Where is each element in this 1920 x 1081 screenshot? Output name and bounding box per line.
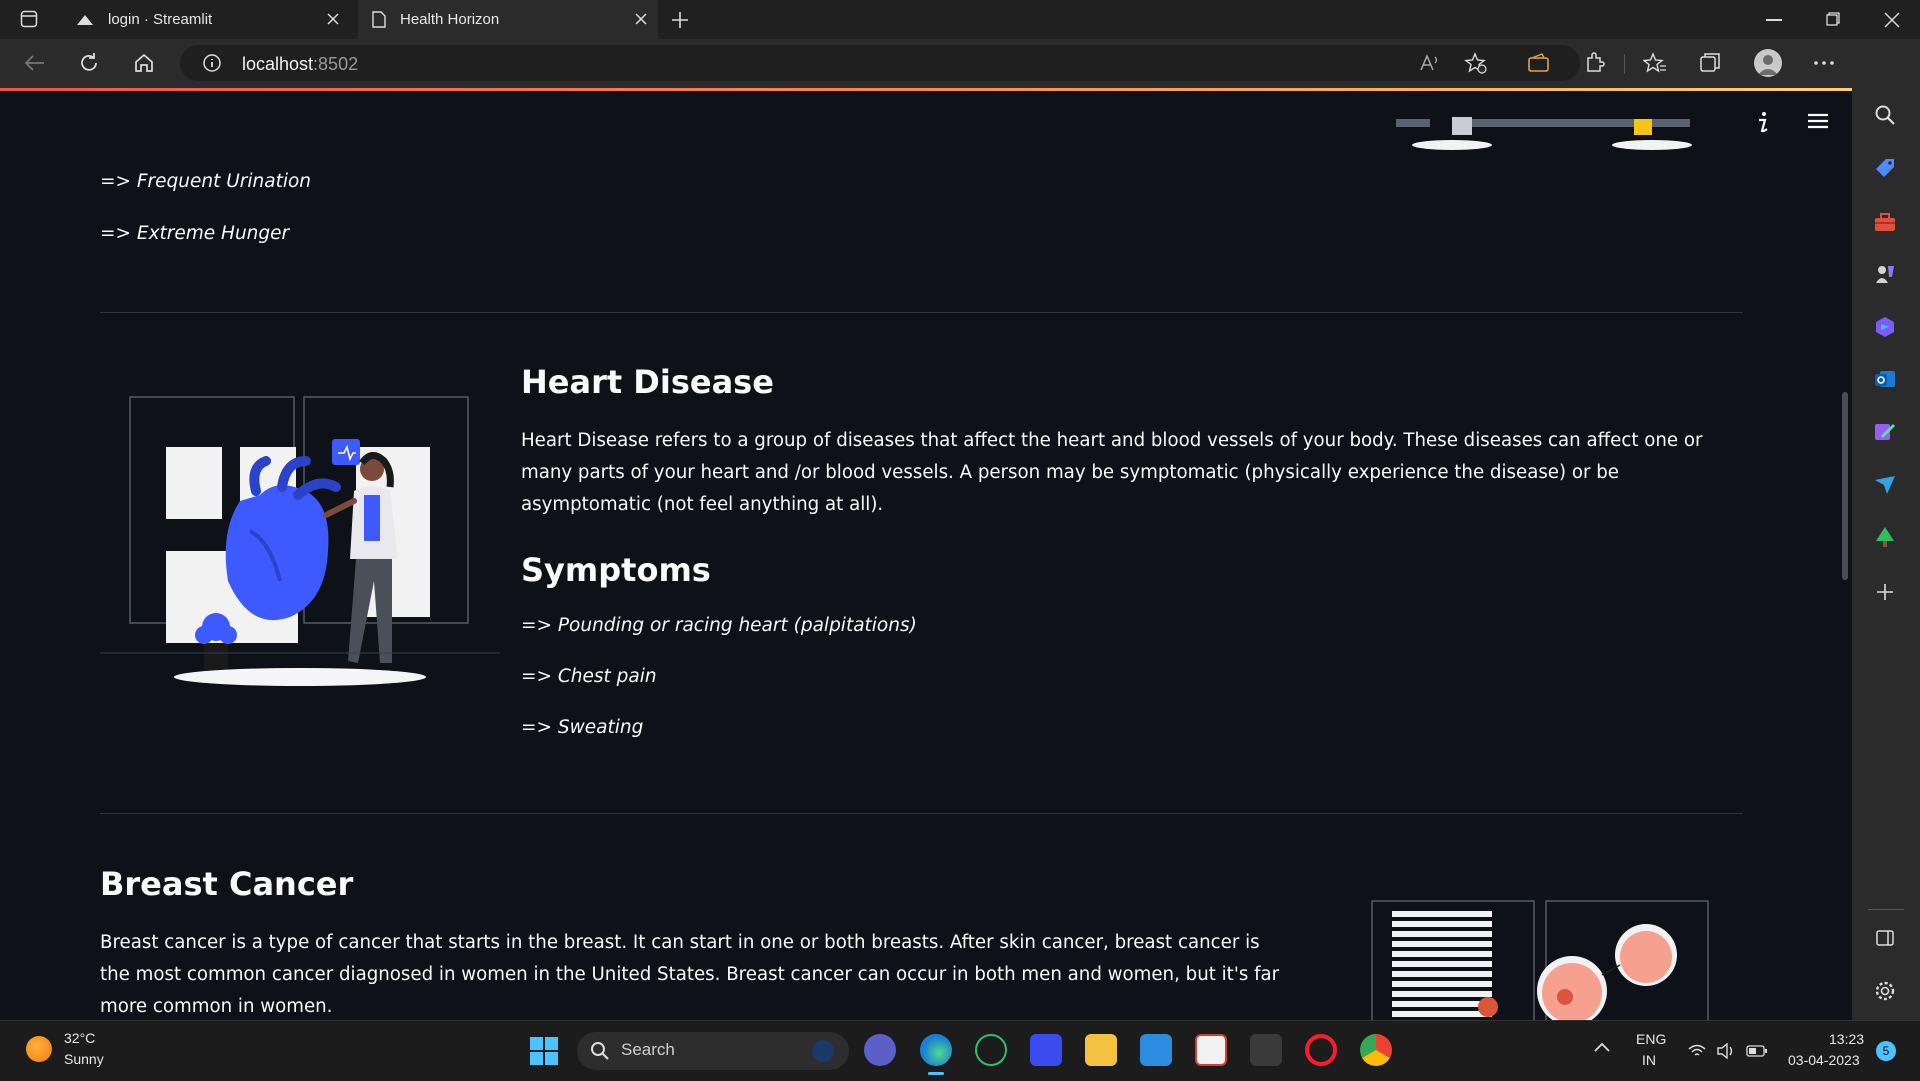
tree-icon[interactable]: [1874, 526, 1896, 548]
heart-disease-section: Heart Disease Heart Disease refers to a …: [521, 363, 1743, 738]
close-window-icon[interactable]: [1884, 12, 1900, 28]
taskbar-search-label: Search: [621, 1040, 675, 1059]
tab-label: login · Streamlit: [108, 11, 213, 28]
restore-icon[interactable]: [1826, 12, 1840, 26]
opera-icon[interactable]: [1305, 1034, 1337, 1066]
weather-sun-icon[interactable]: [26, 1036, 52, 1062]
volume-icon[interactable]: [1717, 1043, 1737, 1059]
notification-badge[interactable]: 5: [1876, 1041, 1896, 1061]
tab-label: Health Horizon: [400, 11, 500, 28]
bing-icon: [812, 1040, 834, 1062]
url-port: :8502: [313, 54, 359, 74]
collections-icon[interactable]: [1699, 52, 1721, 74]
taskbar-search-box[interactable]: [577, 1032, 849, 1070]
diabetes-illustration: [1390, 115, 1710, 155]
breast-cancer-illustration: [1370, 899, 1720, 1020]
streamlit-icon: [76, 13, 94, 27]
page-scrollbar[interactable]: [1842, 392, 1848, 580]
symptom-item: => Extreme Hunger: [100, 223, 290, 244]
site-info-icon[interactable]: [202, 53, 222, 73]
search-icon: [590, 1041, 610, 1061]
streamlit-app: => Frequent Urination => Extreme Hunger: [0, 91, 1852, 1020]
section-divider: [100, 312, 1743, 313]
symptoms-title: Symptoms: [521, 551, 711, 589]
minimize-icon[interactable]: [1766, 19, 1782, 21]
shopping-tag-icon[interactable]: [1874, 157, 1896, 179]
chrome-icon[interactable]: [1360, 1034, 1392, 1066]
symptom-item: => Chest pain: [521, 666, 657, 687]
favorites-icon[interactable]: [1643, 52, 1667, 74]
show-hidden-icons[interactable]: [1594, 1042, 1610, 1052]
wallet-icon[interactable]: [1528, 53, 1550, 73]
copilot-icon[interactable]: [1874, 316, 1896, 338]
back-icon[interactable]: [24, 54, 46, 72]
clock-date[interactable]: 03-04-2023: [1788, 1052, 1860, 1068]
send-icon[interactable]: [1874, 474, 1896, 496]
info-icon[interactable]: [1756, 111, 1770, 133]
pen-app-icon[interactable]: [1030, 1034, 1062, 1066]
hide-sidebar-icon[interactable]: [1876, 930, 1894, 946]
page-icon: [372, 11, 386, 28]
breast-cancer-section: Breast Cancer Breast cancer is a type of…: [100, 865, 1300, 1020]
games-icon[interactable]: [1874, 263, 1896, 285]
sidebar-divider: [1868, 909, 1904, 910]
profile-avatar-icon[interactable]: [1754, 49, 1782, 77]
breast-cancer-title: Breast Cancer: [100, 865, 354, 903]
add-favorite-icon[interactable]: [1464, 52, 1488, 74]
url-text[interactable]: localhost:8502: [242, 52, 358, 76]
close-tab-icon[interactable]: [634, 12, 648, 26]
snipping-tool-icon[interactable]: [1195, 1034, 1227, 1066]
tab-login-streamlit[interactable]: login · Streamlit: [58, 0, 358, 39]
more-options-icon[interactable]: [1814, 61, 1834, 65]
language-bottom[interactable]: IN: [1642, 1052, 1656, 1068]
close-tab-icon[interactable]: [326, 12, 340, 26]
toolbar-divider: [1624, 54, 1625, 74]
notification-count: 5: [1882, 1044, 1890, 1058]
add-sidebar-app-icon[interactable]: [1876, 583, 1894, 601]
teams-chat-icon[interactable]: [864, 1034, 896, 1066]
clock-time[interactable]: 13:23: [1829, 1031, 1864, 1047]
url-host: localhost: [242, 54, 314, 74]
edge-icon[interactable]: [920, 1034, 952, 1066]
heart-disease-title: Heart Disease: [521, 363, 774, 401]
wifi-icon[interactable]: [1688, 1044, 1706, 1058]
refresh-icon[interactable]: [78, 52, 100, 74]
tab-health-horizon[interactable]: Health Horizon: [358, 0, 658, 39]
main-menu-icon[interactable]: [1808, 113, 1828, 129]
weather-desc[interactable]: Sunny: [64, 1051, 104, 1067]
tab-actions-icon[interactable]: [20, 10, 38, 28]
read-aloud-icon[interactable]: [1420, 54, 1440, 72]
sidebar-settings-icon[interactable]: [1874, 980, 1896, 1002]
windows-taskbar: [0, 1020, 1920, 1081]
symptom-item: => Sweating: [521, 717, 644, 738]
home-icon[interactable]: [133, 52, 155, 74]
active-app-indicator: [928, 1072, 944, 1075]
terminal-icon[interactable]: [1250, 1034, 1282, 1066]
new-tab-icon[interactable]: [670, 10, 690, 30]
upwork-icon[interactable]: [975, 1034, 1007, 1066]
battery-icon[interactable]: [1746, 1045, 1768, 1057]
outlook-icon[interactable]: [1874, 368, 1896, 390]
breast-cancer-description: Breast cancer is a type of cancer that s…: [100, 932, 1280, 1017]
address-bar[interactable]: [180, 45, 1580, 81]
heart-disease-description: Heart Disease refers to a group of disea…: [521, 430, 1703, 515]
symptom-item: => Frequent Urination: [100, 171, 312, 192]
search-icon[interactable]: [1874, 104, 1896, 126]
extensions-icon[interactable]: [1583, 52, 1605, 74]
language-top[interactable]: ENG: [1636, 1031, 1666, 1047]
section-divider: [100, 813, 1743, 814]
tools-icon[interactable]: [1874, 211, 1896, 233]
mail-icon[interactable]: [1140, 1034, 1172, 1066]
weather-temp[interactable]: 32°C: [64, 1030, 95, 1046]
start-icon[interactable]: [529, 1036, 559, 1066]
symptom-item: => Pounding or racing heart (palpitation…: [521, 615, 917, 636]
heart-disease-illustration: [100, 391, 500, 791]
file-explorer-icon[interactable]: [1085, 1034, 1117, 1066]
designer-icon[interactable]: [1874, 421, 1896, 443]
